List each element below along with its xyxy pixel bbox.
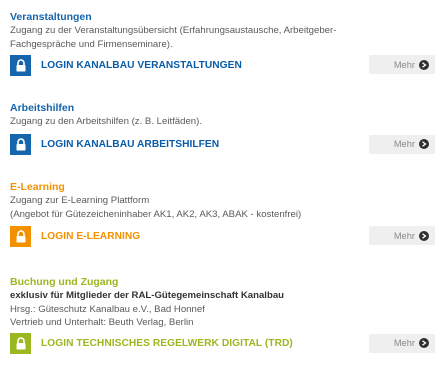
more-button[interactable]: Mehr (369, 226, 435, 245)
arrow-right-icon (419, 139, 429, 149)
more-button[interactable]: Mehr (369, 55, 435, 74)
section-description: Zugang zur E-Learning Plattform (10, 195, 150, 206)
login-row: LOGIN KANALBAU ARBEITSHILFEN Mehr (10, 134, 435, 156)
arrow-right-icon (419, 230, 429, 241)
more-button[interactable]: Mehr (369, 134, 435, 154)
section-description: Vertrieb und Unterhalt: Beuth Verlag, Be… (10, 317, 194, 328)
more-label: Mehr (393, 338, 415, 348)
section-e-learning: E-Learning Zugang zur E-Learning Plattfo… (10, 180, 435, 247)
section-veranstaltungen: Veranstaltungen Zugang zu der Veranstalt… (10, 10, 435, 76)
more-label: Mehr (393, 230, 415, 241)
section-description: (Angebot für Gütezeicheninhaber AK1, AK2… (10, 208, 302, 220)
login-row: LOGIN KANALBAU VERANSTALTUNGEN Mehr (10, 54, 435, 76)
login-e-learning-link[interactable]: LOGIN E-LEARNING (41, 231, 140, 242)
section-arbeitshilfen: Arbeitshilfen Zugang zu den Arbeitshilfe… (10, 101, 435, 156)
more-label: Mehr (393, 59, 415, 70)
login-row: LOGIN E-LEARNING Mehr (10, 225, 435, 247)
arrow-right-icon (419, 59, 429, 70)
lock-icon (10, 134, 31, 155)
lock-icon (10, 225, 31, 247)
section-title: Buchung und Zugang (10, 276, 119, 288)
arrow-right-icon (419, 338, 429, 348)
section-description: Hrsg.: Güteschutz Kanalbau e.V., Bad Hon… (10, 303, 205, 315)
section-description-bold: exklusiv für Mitglieder der RAL-Gütegeme… (10, 290, 285, 301)
login-row: LOGIN TECHNISCHES REGELWERK DIGITAL (TRD… (10, 333, 435, 355)
login-kanalbau-arbeitshilfen-link[interactable]: LOGIN KANALBAU ARBEITSHILFEN (41, 139, 219, 150)
section-description: Fachgespräche und Firmenseminare). (10, 38, 173, 50)
section-description: Zugang zu der Veranstaltungsübersicht (E… (10, 25, 337, 36)
section-title: Veranstaltungen (10, 11, 92, 23)
section-title: Arbeitshilfen (10, 102, 75, 114)
lock-icon (10, 54, 31, 76)
more-label: Mehr (393, 139, 415, 149)
more-button[interactable]: Mehr (369, 333, 435, 353)
section-buchung-und-zugang: Buchung und Zugang exklusiv für Mitglied… (10, 275, 435, 355)
lock-icon (10, 333, 31, 354)
login-kanalbau-veranstaltungen-link[interactable]: LOGIN KANALBAU VERANSTALTUNGEN (41, 60, 242, 71)
section-description: Zugang zu den Arbeitshilfen (z. B. Leitf… (10, 116, 202, 127)
login-trd-link[interactable]: LOGIN TECHNISCHES REGELWERK DIGITAL (TRD… (41, 338, 293, 349)
section-title: E-Learning (10, 181, 65, 193)
